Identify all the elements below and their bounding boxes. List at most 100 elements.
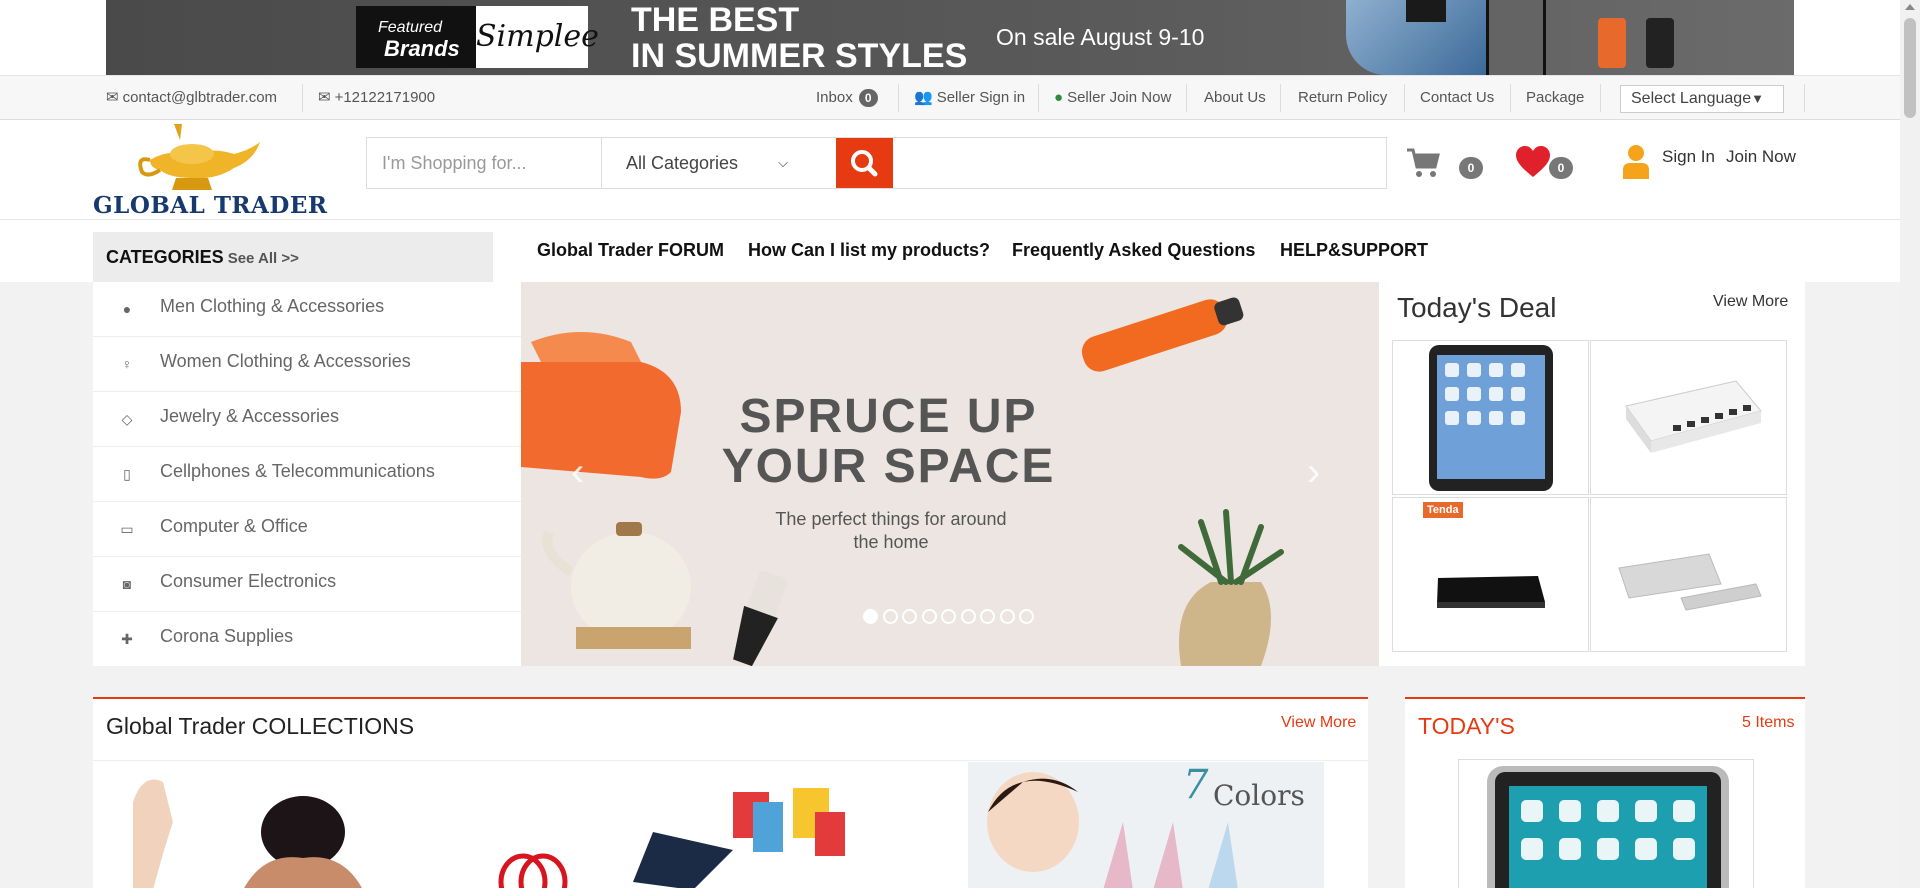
user-icon: ●	[1054, 89, 1064, 106]
language-select-label: Select Language	[1631, 90, 1752, 107]
join-now-link[interactable]: Join Now	[1726, 147, 1796, 167]
collections-title: Global Trader COLLECTIONS	[106, 713, 415, 739]
nav-link-help-support[interactable]: HELP&SUPPORT	[1280, 240, 1428, 261]
contact-us-link[interactable]: Contact Us	[1420, 76, 1494, 120]
seller-join-label: Seller Join Now	[1067, 89, 1172, 106]
slider-dot[interactable]	[902, 609, 917, 624]
slider-subtitle-line1: The perfect things for around	[775, 509, 1007, 529]
deal-product-speaker[interactable]	[1590, 497, 1787, 652]
deal-product-router[interactable]: Tenda	[1392, 497, 1589, 652]
category-label: Men Clothing & Accessories	[160, 296, 385, 316]
category-select-value: All Categories	[626, 153, 739, 173]
page-scrollbar[interactable]	[1900, 0, 1920, 888]
category-label: Women Clothing & Accessories	[160, 351, 411, 371]
slider-dot[interactable]	[999, 609, 1015, 624]
return-policy-link[interactable]: Return Policy	[1298, 76, 1387, 120]
scrollbar-thumb[interactable]	[1904, 18, 1916, 118]
slider-dot[interactable]	[882, 609, 898, 624]
slider-dot[interactable]	[1019, 609, 1034, 624]
woman-icon: ♀	[121, 356, 133, 372]
category-item-men[interactable]: ● Men Clothing & Accessories	[93, 282, 521, 337]
about-us-link[interactable]: About Us	[1204, 76, 1266, 120]
contact-phone[interactable]: ✉ +12122171900	[318, 76, 435, 120]
tablet-image	[1487, 766, 1729, 888]
slider-subtitle: The perfect things for around the home	[741, 508, 1041, 554]
divider	[1510, 84, 1511, 112]
cart-icon[interactable]	[1405, 147, 1441, 179]
hero-slider[interactable]: SPRUCE UP YOUR SPACE The perfect things …	[521, 282, 1379, 666]
genie-lamp-logo-icon[interactable]	[130, 120, 270, 200]
category-label: Computer & Office	[160, 516, 308, 536]
nav-link-faq[interactable]: Frequently Asked Questions	[1012, 240, 1255, 261]
logo-text[interactable]: GLOBAL TRADER	[93, 192, 327, 219]
mobile-icon: ▯	[123, 466, 131, 482]
scroll-up-arrow-icon[interactable]	[1905, 4, 1915, 10]
slider-dot[interactable]	[960, 609, 976, 624]
banner-headline-line1: THE BEST	[631, 1, 800, 39]
divider	[1804, 84, 1805, 112]
site-header: GLOBAL TRADER All Categories ⌵ 0 0 Sign …	[0, 120, 1920, 220]
seller-signin-link[interactable]: 👥 Seller Sign in	[914, 76, 1025, 120]
diamond-icon: ◇	[121, 411, 133, 427]
banner-dark-bottle	[1646, 18, 1674, 68]
see-all-link[interactable]: See All >>	[228, 250, 299, 267]
contact-email[interactable]: ✉ contact@glbtrader.com	[106, 76, 277, 120]
seller-join-link[interactable]: ● Seller Join Now	[1054, 76, 1171, 120]
camera-icon: ◙	[122, 576, 132, 592]
inbox-link[interactable]: Inbox 0	[816, 76, 878, 120]
promo-banner[interactable]: Featured Brands Simplee THE BEST IN SUMM…	[106, 0, 1794, 75]
divider	[1404, 84, 1405, 112]
banner-model-top	[1406, 0, 1446, 22]
category-label: Jewelry & Accessories	[160, 406, 340, 426]
banner-headline-line2: IN SUMMER STYLES	[631, 37, 968, 75]
todays-deal-view-more[interactable]: View More	[1713, 293, 1788, 311]
slider-prev-arrow-icon[interactable]: ‹	[571, 450, 584, 495]
package-link[interactable]: Package	[1526, 76, 1584, 120]
deal-product-tablet[interactable]	[1392, 340, 1589, 495]
categories-title: CATEGORIES	[106, 247, 224, 267]
search-input[interactable]	[367, 138, 602, 188]
category-item-corona[interactable]: ✚ Corona Supplies	[93, 612, 521, 667]
collections-images	[133, 762, 1324, 888]
divider	[898, 84, 899, 112]
info-bar: ✉ contact@glbtrader.com ✉ +12122171900 Inb…	[0, 75, 1920, 120]
category-item-electronics[interactable]: ◙ Consumer Electronics	[93, 557, 521, 612]
slider-dot[interactable]	[921, 609, 937, 624]
nav-link-forum[interactable]: Global Trader FORUM	[537, 240, 724, 261]
search-button[interactable]	[836, 138, 893, 188]
todays-item-count: 5 Items	[1742, 714, 1795, 731]
contact-phone-text: +12122171900	[334, 89, 436, 106]
slider-dot[interactable]	[863, 609, 878, 624]
user-icon[interactable]	[1622, 144, 1650, 180]
categories-header[interactable]: CATEGORIES See All >>	[93, 232, 493, 282]
desktop-icon: ▭	[120, 521, 134, 537]
collections-view-more[interactable]: View More	[1281, 714, 1356, 732]
colors-label: Colors	[1213, 779, 1305, 812]
featured-label: Featured	[378, 19, 443, 36]
divider	[1038, 84, 1039, 112]
wishlist-count-badge: 0	[1549, 157, 1573, 179]
router-image	[1437, 576, 1545, 608]
slider-dot[interactable]	[941, 609, 956, 624]
todays-deal-title: Today's Deal	[1397, 292, 1557, 323]
divider	[1280, 84, 1281, 112]
category-item-women[interactable]: ♀ Women Clothing & Accessories	[93, 337, 521, 392]
slider-next-arrow-icon[interactable]: ›	[1307, 450, 1320, 495]
slider-headline: SPRUCE UP YOUR SPACE	[521, 392, 1256, 492]
todays-product-tile[interactable]	[1458, 759, 1754, 888]
category-item-cellphones[interactable]: ▯ Cellphones & Telecommunications	[93, 447, 521, 502]
nav-link-list-products[interactable]: How Can I list my products?	[748, 240, 990, 261]
heart-icon[interactable]	[1514, 145, 1552, 179]
banner-sale-text: On sale August 9-10	[996, 24, 1205, 50]
deal-product-switch[interactable]	[1590, 340, 1787, 495]
category-item-jewelry[interactable]: ◇ Jewelry & Accessories	[93, 392, 521, 447]
language-select[interactable]: Select Language▼	[1620, 85, 1784, 113]
sign-in-link[interactable]: Sign In	[1662, 147, 1715, 167]
category-select[interactable]: All Categories ⌵	[602, 138, 802, 188]
envelope-icon: ✉	[318, 89, 331, 106]
slider-dot[interactable]	[980, 609, 995, 624]
category-item-computer[interactable]: ▭ Computer & Office	[93, 502, 521, 557]
speaker-image	[1618, 553, 1762, 611]
collections-section: Global Trader COLLECTIONS View More 7 Co…	[93, 697, 1368, 888]
top-banner-area: Featured Brands Simplee THE BEST IN SUMM…	[0, 0, 1920, 75]
